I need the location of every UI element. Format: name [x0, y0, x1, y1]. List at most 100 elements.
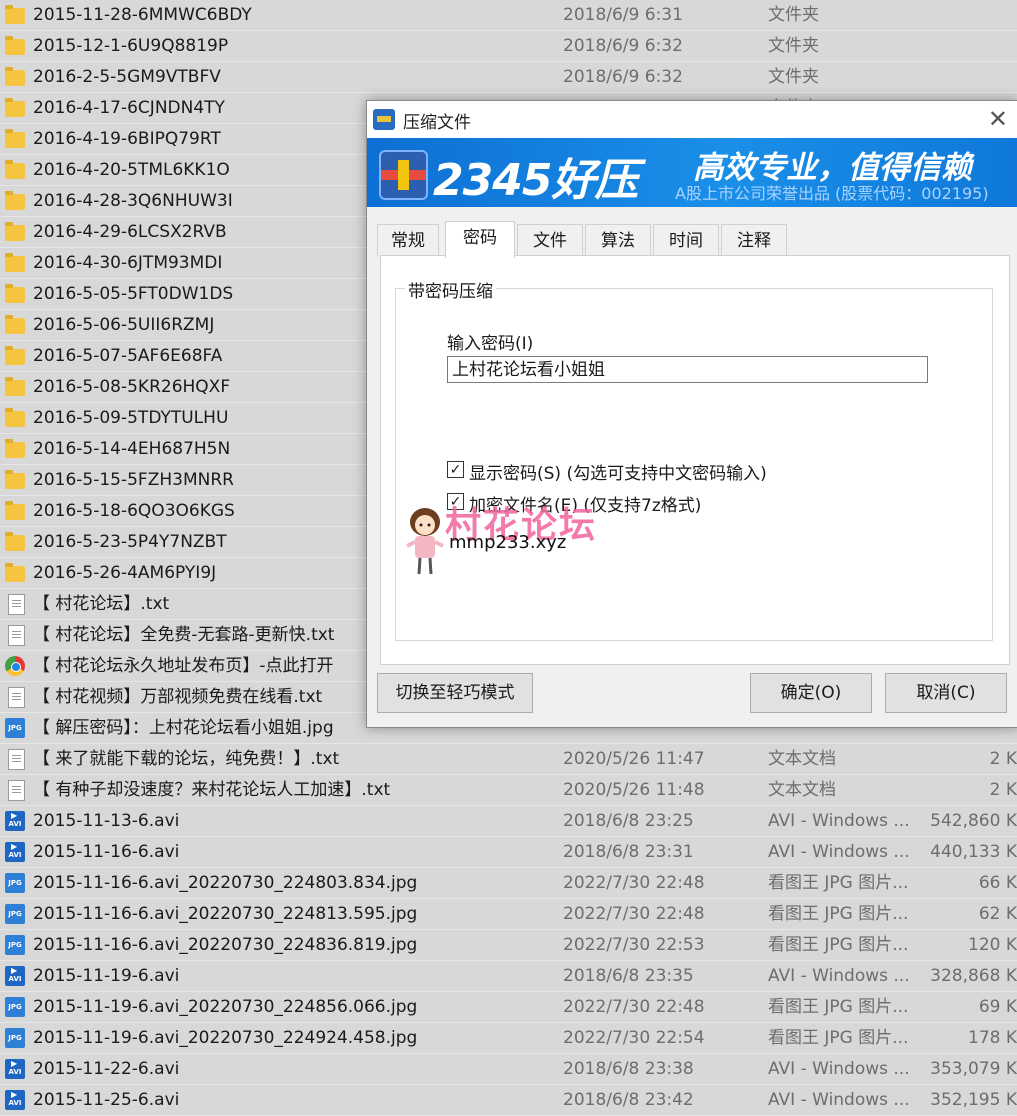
file-row[interactable]: JPG 2015-11-19-6.avi_20220730_224924.458.…	[0, 1023, 1017, 1054]
file-size: 542,860 K	[930, 811, 1017, 831]
txt-icon	[8, 625, 25, 646]
file-date: 2022/7/30 22:48	[563, 873, 705, 893]
file-row[interactable]: 2015-11-28-6MMWC6BDY 2018/6/9 6:31 文件夹	[0, 0, 1017, 31]
file-date: 2022/7/30 22:53	[563, 935, 705, 955]
file-name: 2016-5-23-5P4Y7NZBT	[33, 532, 227, 552]
jpg-icon: JPG	[5, 904, 25, 924]
tab-general[interactable]: 常规	[377, 224, 439, 257]
file-date: 2018/6/8 23:42	[563, 1090, 694, 1110]
show-password-checkbox[interactable]: ✓	[447, 461, 464, 478]
file-name: 2016-5-14-4EH687H5N	[33, 439, 231, 459]
tab-password[interactable]: 密码	[445, 221, 515, 258]
file-row[interactable]: AVI2015-11-22-6.avi2018/6/8 23:38AVI - W…	[0, 1051, 1017, 1085]
dialog-title: 压缩文件	[403, 113, 471, 133]
file-name: 【 村花论坛】.txt	[33, 594, 170, 614]
file-row[interactable]: JPG 2015-11-19-6.avi_20220730_224856.066.…	[0, 992, 1017, 1023]
file-type: 文件夹	[768, 36, 819, 56]
file-size: 328,868 K	[930, 966, 1017, 986]
file-date: 2022/7/30 22:54	[563, 1028, 705, 1048]
avi-icon: AVI	[5, 958, 25, 986]
brand-banner: 2345好压 高效专业，值得信赖 A股上市公司荣誉出品 (股票代码：002195…	[367, 138, 1017, 207]
file-size: 2 K	[989, 749, 1017, 769]
file-date: 2022/7/30 22:48	[563, 904, 705, 924]
simple-mode-button[interactable]: 切换至轻巧模式	[377, 673, 533, 713]
file-row[interactable]: AVI 2015-11-19-6.avi 2018/6/8 23:35 AVI - W…	[0, 958, 1017, 992]
tab-files[interactable]: 文件	[517, 224, 583, 257]
banner-logo: 2345好压	[433, 155, 638, 206]
file-type: 文件夹	[768, 67, 819, 87]
file-name: 2015-11-19-6.avi_20220730_224856.066.jpg	[33, 997, 418, 1017]
tab-algorithm[interactable]: 算法	[585, 224, 651, 257]
avi-icon: AVI	[5, 834, 25, 862]
file-type: 看图王 JPG 图片...	[768, 873, 909, 893]
show-password-label[interactable]: 显示密码(S) (勾选可支持中文密码输入)	[469, 459, 767, 484]
file-date: 2018/6/9 6:32	[563, 67, 683, 87]
txt-icon	[8, 687, 25, 708]
password-label: 输入密码(I)	[447, 334, 534, 354]
folder-icon	[5, 315, 25, 334]
file-row[interactable]: 2016-2-5-5GM9VTBFV 2018/6/9 6:32 文件夹	[0, 62, 1017, 93]
file-row[interactable]: 2015-12-1-6U9Q8819P 2018/6/9 6:32 文件夹	[0, 31, 1017, 62]
file-row[interactable]: AVI 2015-11-13-6.avi 2018/6/8 23:25 AVI - W…	[0, 803, 1017, 837]
file-type: 看图王 JPG 图片...	[768, 997, 909, 1017]
file-name: 2016-4-29-6LCSX2RVB	[33, 222, 227, 242]
folder-icon	[5, 377, 25, 396]
file-name: 【 解压密码】：上村花论坛看小姐姐.jpg	[33, 718, 334, 738]
file-date: 2020/5/26 11:48	[563, 780, 705, 800]
folder-icon	[5, 5, 25, 24]
cartoon-girl-icon	[406, 508, 444, 575]
file-name: 2015-11-19-6.avi	[33, 966, 180, 986]
file-row[interactable]: AVI 2015-11-16-6.avi 2018/6/8 23:31 AVI - W…	[0, 834, 1017, 868]
file-size: 178 K	[968, 1028, 1017, 1048]
password-input[interactable]: 上村花论坛看小姐姐	[447, 356, 928, 383]
file-name: 2016-5-07-5AF6E68FA	[33, 346, 223, 366]
file-name: 【 村花论坛永久地址发布页】-点此打开	[33, 656, 334, 676]
folder-icon	[5, 563, 25, 582]
file-row[interactable]: 【 来了就能下载的论坛，纯免费！】.txt 2020/5/26 11:47 文本文档…	[0, 744, 1017, 775]
file-name: 2016-5-05-5FT0DW1DS	[33, 284, 234, 304]
file-date: 2018/6/9 6:32	[563, 36, 683, 56]
file-name: 2016-5-06-5UII6RZMJ	[33, 315, 215, 335]
ok-button[interactable]: 确定(O)	[750, 673, 872, 713]
folder-icon	[5, 67, 25, 86]
file-name: 2016-4-30-6JTM93MDI	[33, 253, 223, 273]
haozip-box-icon	[379, 150, 428, 200]
file-row[interactable]: 【 有种子却没速度？来村花论坛人工加速】.txt 2020/5/26 11:48 文…	[0, 775, 1017, 806]
folder-icon	[5, 36, 25, 55]
txt-icon	[8, 780, 25, 801]
file-type: 文件夹	[768, 5, 819, 25]
file-row[interactable]: JPG 2015-11-16-6.avi_20220730_224813.595.…	[0, 899, 1017, 930]
tab-comment[interactable]: 注释	[721, 224, 787, 257]
file-type: 文本文档	[768, 749, 836, 769]
file-type: 看图王 JPG 图片...	[768, 935, 909, 955]
avi-icon: AVI	[5, 1051, 25, 1079]
file-type: AVI - Windows ...	[768, 1090, 910, 1110]
file-name: 2016-4-28-3Q6NHUW3I	[33, 191, 233, 211]
file-name: 2015-11-28-6MMWC6BDY	[33, 5, 252, 25]
haozip-app-icon	[373, 109, 395, 130]
file-name: 【 村花论坛】全免费-无套路-更新快.txt	[33, 625, 335, 645]
tab-time[interactable]: 时间	[653, 224, 719, 257]
file-row[interactable]: AVI 2015-11-25-6.avi 2018/6/8 23:42 AVI - W…	[0, 1082, 1017, 1116]
jpg-icon: JPG	[5, 873, 25, 893]
folder-icon	[5, 98, 25, 117]
folder-icon	[5, 129, 25, 148]
password-tab-panel: 带密码压缩 输入密码(I) 上村花论坛看小姐姐 ✓ 显示密码(S) (勾选可支持…	[380, 255, 1010, 665]
file-size: 69 K	[978, 997, 1017, 1017]
folder-icon	[5, 222, 25, 241]
file-type: 看图王 JPG 图片...	[768, 1028, 909, 1048]
close-icon[interactable]: ✕	[988, 105, 1008, 133]
cancel-button[interactable]: 取消(C)	[885, 673, 1007, 713]
file-name: 2016-4-20-5TML6KK1O	[33, 160, 230, 180]
file-name: 【 来了就能下载的论坛，纯免费！】.txt	[33, 749, 340, 769]
file-row[interactable]: JPG 2015-11-16-6.avi_20220730_224836.819.…	[0, 930, 1017, 961]
dialog-titlebar[interactable]: 压缩文件 ✕	[367, 101, 1017, 138]
file-type: AVI - Windows ...	[768, 811, 910, 831]
folder-icon	[5, 408, 25, 427]
file-row[interactable]: JPG 2015-11-16-6.avi_20220730_224803.834.…	[0, 868, 1017, 899]
file-name: 2015-11-19-6.avi_20220730_224924.458.jpg	[33, 1028, 418, 1048]
jpg-icon: JPG	[5, 718, 25, 738]
jpg-icon: JPG	[5, 1028, 25, 1048]
file-name: 2015-11-25-6.avi	[33, 1090, 180, 1110]
avi-icon: AVI	[5, 803, 25, 831]
